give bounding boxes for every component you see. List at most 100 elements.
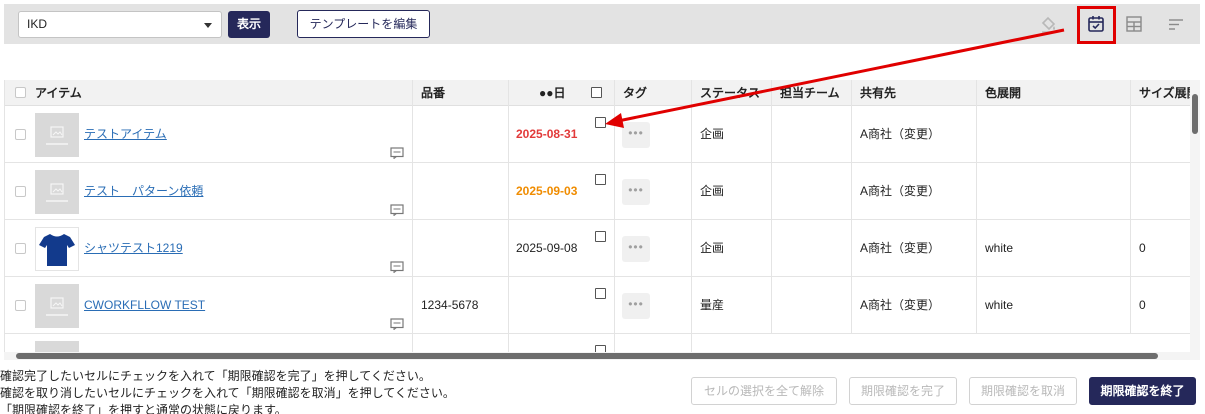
item-grid: アイテム 品番 ●●日 タグ ステータス 担当チーム 共有先 色展開 サイズ展開… <box>4 80 1190 352</box>
header-status-label: ステータス <box>700 86 761 100</box>
placeholder-caption <box>46 142 68 145</box>
date-checkbox[interactable] <box>595 231 606 242</box>
hint-line-2: 確認を取り消したいセルにチェックを入れて「期限確認を取消」を押してください。 <box>0 386 455 400</box>
date-cell: 2025-08-31 <box>509 106 615 163</box>
date-cell <box>509 334 615 352</box>
comment-icon[interactable] <box>390 127 404 163</box>
item-cell: テストアイテム <box>5 106 413 163</box>
comment-icon[interactable] <box>390 184 404 220</box>
show-button[interactable]: 表示 <box>228 11 270 38</box>
item-link[interactable]: CWORKFLLOW TEST <box>84 277 205 334</box>
color-cell <box>977 163 1131 220</box>
header-item: アイテム <box>5 80 413 106</box>
cancel-check-button[interactable]: 期限確認を取消 <box>969 377 1077 405</box>
row-checkbox[interactable] <box>15 300 26 311</box>
project-select[interactable]: IKD <box>18 11 222 38</box>
horizontal-scroll-thumb[interactable] <box>16 353 1158 359</box>
item-link[interactable]: テスト パターン依頼 <box>84 163 203 220</box>
select-all-checkbox[interactable] <box>15 87 26 98</box>
edit-template-button[interactable]: テンプレートを編集 <box>297 10 430 38</box>
header-status: ステータス <box>692 80 772 106</box>
team-cell <box>772 277 852 334</box>
due-date: 2025-09-08 <box>516 241 578 255</box>
item-thumbnail[interactable] <box>35 113 79 157</box>
date-checkbox[interactable] <box>595 117 606 128</box>
status-cell: 量産 <box>692 277 772 334</box>
end-check-button[interactable]: 期限確認を終了 <box>1089 377 1196 405</box>
comment-icon[interactable] <box>390 298 404 334</box>
comment-icon[interactable] <box>390 241 404 277</box>
tag-more-button[interactable]: ••• <box>622 293 650 319</box>
item-thumbnail[interactable] <box>35 227 79 271</box>
highlight-box <box>1077 6 1116 44</box>
part-no-cell: 1234-5678 <box>413 277 509 334</box>
table-row: CWORKFLLOW TEST 1234-5678 ••• 量産 A商社（変更） whit… <box>5 277 1190 334</box>
header-tag-label: タグ <box>623 86 648 100</box>
grid-header: アイテム 品番 ●●日 タグ ステータス 担当チーム 共有先 色展開 サイズ展開 <box>5 80 1190 106</box>
horizontal-scrollbar[interactable] <box>4 352 1200 360</box>
header-size-label: サイズ展開 <box>1139 86 1190 100</box>
header-share: 共有先 <box>852 80 977 106</box>
tag-cell: ••• <box>615 106 692 163</box>
item-cell: シャツテスト1219 <box>5 220 413 277</box>
share-cell: A商社（変更） <box>852 220 977 277</box>
image-placeholder-icon <box>50 296 64 309</box>
table-row <box>5 334 1190 352</box>
date-column-checkbox[interactable] <box>591 87 602 98</box>
header-item-label: アイテム <box>35 86 82 100</box>
size-cell <box>1131 106 1190 163</box>
item-cell: CWORKFLLOW TEST <box>5 277 413 334</box>
item-link[interactable]: シャツテスト1219 <box>84 220 183 277</box>
tag-cell: ••• <box>615 163 692 220</box>
date-checkbox[interactable] <box>595 174 606 185</box>
row-checkbox[interactable] <box>15 243 26 254</box>
toolbar: IKD 表示 テンプレートを編集 <box>4 4 1200 44</box>
paint-bucket-icon[interactable] <box>1036 11 1062 37</box>
team-cell <box>772 163 852 220</box>
part-no-cell <box>413 106 509 163</box>
sort-icon[interactable] <box>1163 11 1189 37</box>
tag-cell: ••• <box>615 277 692 334</box>
date-checkbox[interactable] <box>595 288 606 299</box>
placeholder-caption <box>46 313 68 316</box>
item-thumbnail[interactable] <box>35 284 79 328</box>
tag-more-button[interactable]: ••• <box>622 236 650 262</box>
image-placeholder-icon <box>50 182 64 195</box>
share-cell: A商社（変更） <box>852 163 977 220</box>
date-cell <box>509 277 615 334</box>
header-tag: タグ <box>615 80 692 106</box>
header-share-label: 共有先 <box>860 86 897 100</box>
color-cell: white <box>977 220 1131 277</box>
part-no-cell <box>413 220 509 277</box>
header-color: 色展開 <box>977 80 1131 106</box>
size-cell: 0 <box>1139 298 1146 312</box>
header-part-no-label: 品番 <box>421 86 446 100</box>
status-cell: 企画 <box>692 220 772 277</box>
complete-check-button[interactable]: 期限確認を完了 <box>849 377 957 405</box>
date-checkbox[interactable] <box>595 345 606 352</box>
header-date: ●●日 <box>509 80 615 106</box>
item-cell: テスト パターン依頼 <box>5 163 413 220</box>
row-checkbox[interactable] <box>15 129 26 140</box>
tag-more-button[interactable]: ••• <box>622 179 650 205</box>
project-select-value: IKD <box>27 17 48 31</box>
header-team: 担当チーム <box>772 80 852 106</box>
header-size: サイズ展開 <box>1131 80 1190 106</box>
item-thumbnail[interactable] <box>35 170 79 214</box>
team-cell <box>772 106 852 163</box>
layout-icon[interactable] <box>1121 11 1147 37</box>
clear-selection-button[interactable]: セルの選択を全て解除 <box>691 377 837 405</box>
size-cell: 0 <box>1139 241 1146 255</box>
item-link[interactable]: テストアイテム <box>84 106 167 163</box>
status-cell: 企画 <box>692 106 772 163</box>
row-checkbox[interactable] <box>15 186 26 197</box>
vertical-scrollbar[interactable] <box>1190 80 1200 354</box>
chevron-down-icon <box>204 23 212 28</box>
vertical-scroll-thumb[interactable] <box>1192 94 1198 134</box>
tag-more-button[interactable]: ••• <box>622 122 650 148</box>
part-no-cell <box>413 163 509 220</box>
date-cell: 2025-09-03 <box>509 163 615 220</box>
part-no-cell <box>413 334 509 352</box>
item-thumbnail[interactable] <box>35 341 79 352</box>
color-cell <box>977 106 1131 163</box>
